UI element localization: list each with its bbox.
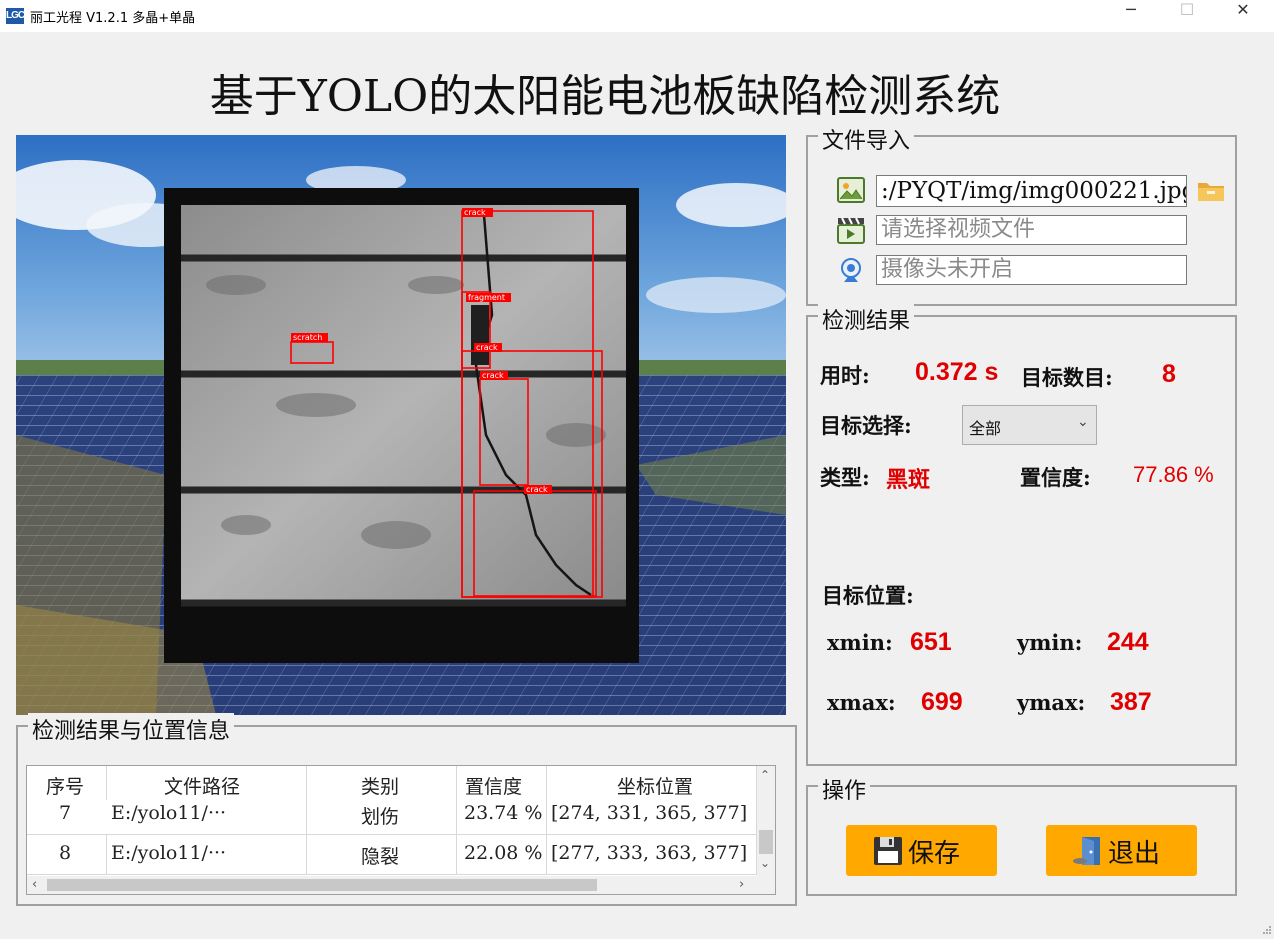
target-position-label: 目标位置: [822, 583, 914, 608]
save-button[interactable]: 保存 [846, 825, 997, 876]
detection-label: crack [526, 485, 548, 494]
close-button[interactable]: ✕ [1220, 0, 1266, 32]
detection-image: crack fragment scratch crack crack crack [16, 135, 786, 715]
minimize-button[interactable]: ─ [1108, 0, 1154, 32]
row-coordinates: [277, 333, 363, 377] [551, 842, 748, 864]
detection-results-title: 检测结果 [818, 303, 915, 335]
column-header-class[interactable]: 类别 [307, 766, 457, 800]
results-table[interactable]: 序号 文件路径 类别 置信度 坐标位置 7 E:/yolo11/··· 划伤 2… [26, 765, 776, 895]
page-title: 基于YOLO的太阳能电池板缺陷检测系统 [209, 71, 1001, 122]
target-count-value: 8 [1162, 360, 1176, 388]
table-header-row: 序号 文件路径 类别 置信度 坐标位置 [27, 766, 757, 800]
row-index: 8 [59, 842, 72, 864]
file-import-title: 文件导入 [818, 123, 915, 155]
detection-label: fragment [468, 293, 505, 302]
time-value: 0.372 s [915, 358, 999, 386]
xmin-value: 651 [910, 628, 952, 656]
detection-label: crack [464, 208, 486, 217]
webcam-icon[interactable] [838, 257, 864, 285]
video-icon[interactable] [836, 216, 866, 244]
window-title: 丽工光程 V1.2.1 多晶+单晶 [30, 11, 196, 26]
scroll-up-icon[interactable]: ⌃ [760, 768, 770, 782]
ymin-value: 244 [1107, 628, 1149, 656]
column-header-index[interactable]: 序号 [27, 766, 107, 800]
row-class: 隐裂 [361, 846, 400, 868]
exit-button-label: 退出 [1108, 839, 1161, 869]
scroll-down-icon[interactable]: ⌄ [760, 856, 770, 870]
row-class: 划伤 [361, 806, 400, 828]
save-button-label: 保存 [908, 839, 961, 869]
row-path: E:/yolo11/··· [111, 802, 227, 824]
confidence-value: 77.86 % [1133, 462, 1214, 487]
video-path-field[interactable]: 请选择视频文件 [876, 215, 1187, 245]
confidence-label: 置信度: [1020, 465, 1091, 490]
xmin-label: xmin: [827, 630, 893, 655]
column-header-coordinates[interactable]: 坐标位置 [547, 766, 757, 800]
xmax-value: 699 [921, 688, 963, 716]
image-icon[interactable] [837, 176, 865, 204]
column-header-path[interactable]: 文件路径 [107, 766, 307, 800]
maximize-button[interactable]: ☐ [1164, 0, 1210, 32]
table-row[interactable]: 8 E:/yolo11/··· 隐裂 22.08 % [277, 333, 36… [27, 834, 757, 875]
image-path-field[interactable]: :/PYQT/img/img000221.jpg [876, 175, 1187, 207]
vertical-scrollbar[interactable]: ⌃ ⌄ [757, 766, 775, 876]
target-select-value: 全部 [969, 419, 1002, 438]
column-header-confidence[interactable]: 置信度 [457, 766, 547, 800]
save-icon [874, 837, 902, 865]
vertical-scroll-thumb[interactable] [759, 830, 773, 854]
target-count-label: 目标数目: [1021, 365, 1113, 390]
table-row[interactable]: 7 E:/yolo11/··· 划伤 23.74 % [274, 331, 36… [27, 800, 757, 835]
ymin-label: ymin: [1017, 630, 1083, 655]
horizontal-scrollbar[interactable]: ‹ › [27, 876, 775, 894]
row-coordinates: [274, 331, 365, 377] [551, 802, 748, 824]
row-index: 7 [59, 802, 72, 824]
scroll-left-icon[interactable]: ‹ [32, 877, 37, 892]
ymax-value: 387 [1110, 688, 1152, 716]
resize-grip-icon[interactable] [1262, 920, 1272, 934]
app-logo: LGC [6, 8, 25, 24]
exit-door-icon [1073, 837, 1100, 865]
detection-label: crack [476, 343, 498, 352]
type-value: 黑斑 [886, 467, 931, 493]
exit-button[interactable]: 退出 [1046, 825, 1197, 876]
folder-icon[interactable] [1196, 175, 1226, 205]
time-label: 用时: [820, 363, 870, 388]
row-confidence: 23.74 % [464, 802, 543, 824]
results-table-title: 检测结果与位置信息 [28, 713, 235, 745]
row-path: E:/yolo11/··· [111, 842, 227, 864]
detection-label: scratch [293, 333, 322, 342]
detection-label: crack [482, 371, 504, 380]
actions-title: 操作 [818, 773, 871, 805]
camera-status-field[interactable]: 摄像头未开启 [876, 255, 1187, 285]
scroll-right-icon[interactable]: › [739, 877, 744, 892]
image-viewer: crack fragment scratch crack crack crack [16, 135, 786, 715]
chevron-down-icon: ⌄ [1077, 414, 1089, 430]
type-label: 类型: [820, 465, 870, 490]
target-select-dropdown[interactable]: 全部 ⌄ [962, 405, 1097, 445]
horizontal-scroll-thumb[interactable] [47, 879, 597, 891]
xmax-label: xmax: [827, 690, 896, 715]
ymax-label: ymax: [1017, 690, 1086, 715]
row-confidence: 22.08 % [464, 842, 543, 864]
target-select-label: 目标选择: [820, 413, 912, 438]
